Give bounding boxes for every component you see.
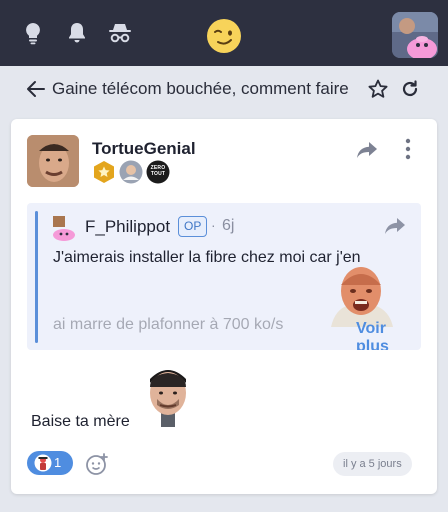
top-nav-bar xyxy=(0,0,448,66)
quoted-author-name[interactable]: F_Philippot xyxy=(85,217,170,237)
reaction-button[interactable]: 1 xyxy=(27,451,73,475)
author-avatar[interactable] xyxy=(27,135,79,187)
refresh-icon[interactable] xyxy=(400,79,420,99)
author-name[interactable]: TortueGenial xyxy=(92,139,196,159)
quote-bar xyxy=(35,211,38,343)
smiling-face-logo[interactable] xyxy=(206,18,242,54)
meta-separator: · xyxy=(211,217,216,233)
zero-tout-badge: ZERO TOUT xyxy=(146,160,170,184)
op-badge: OP xyxy=(178,216,208,237)
zero-tout-badge-label: ZERO TOUT xyxy=(150,165,166,177)
quoted-text-line: ai marre de plafonner à 700 ko/s xyxy=(53,316,284,333)
post-body: Baise ta mère xyxy=(31,413,130,430)
lightbulb-icon[interactable] xyxy=(20,20,46,46)
quoted-author-avatar[interactable] xyxy=(51,215,75,241)
post-timestamp: il y a 5 jours xyxy=(333,452,412,476)
person-badge xyxy=(119,160,143,184)
gold-star-badge xyxy=(92,160,116,184)
thread-title: Gaine télécom bouchée, comment faire xyxy=(52,79,349,98)
share-icon[interactable] xyxy=(383,215,407,237)
face-sticker xyxy=(145,365,191,427)
reaction-count: 1 xyxy=(54,455,62,470)
reaction-emoji-icon xyxy=(34,454,52,472)
more-options-icon[interactable] xyxy=(401,137,415,161)
quoted-post[interactable]: F_Philippot OP · 6j J'aimerais installer… xyxy=(27,203,421,350)
quoted-post-age: 6j xyxy=(222,217,235,234)
user-avatar[interactable] xyxy=(392,12,438,58)
bell-icon[interactable] xyxy=(64,20,90,46)
arrow-left-icon[interactable] xyxy=(26,80,46,98)
share-icon[interactable] xyxy=(355,139,379,161)
add-reaction-icon[interactable] xyxy=(85,452,109,476)
read-more-link[interactable]: Voir plus xyxy=(356,320,421,350)
incognito-icon[interactable] xyxy=(107,20,133,46)
post-card: TortueGenial ZERO TOUT F_Philippot OP · … xyxy=(11,119,437,494)
star-icon[interactable] xyxy=(367,78,389,100)
